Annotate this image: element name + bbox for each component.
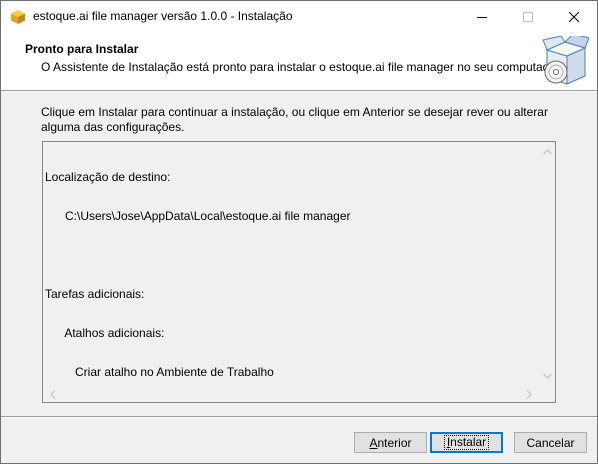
maximize-icon (523, 11, 533, 22)
minimize-button[interactable] (459, 1, 505, 32)
summary-line (45, 249, 535, 262)
close-icon (569, 11, 579, 22)
page-subtitle: O Assistente de Instalação está pronto p… (41, 60, 563, 74)
cancel-button[interactable]: Cancelar (514, 432, 587, 453)
scroll-right-icon[interactable] (521, 386, 537, 402)
back-accel-key: A (369, 435, 378, 450)
scroll-left-icon[interactable] (45, 386, 61, 402)
back-button[interactable]: Anterior (354, 432, 427, 453)
summary-line: Criar atalho no Ambiente de Trabalho (45, 365, 274, 379)
maximize-button (505, 1, 551, 32)
install-button[interactable]: Instalar (430, 432, 503, 453)
summary-line: Tarefas adicionais: (45, 287, 145, 301)
installer-box-cd-icon (542, 36, 589, 85)
summary-text: Localização de destino: C:\Users\Jose\Ap… (45, 145, 535, 405)
summary-line: C:\Users\Jose\AppData\Local\estoque.ai f… (45, 209, 351, 223)
summary-line: Localização de destino: (45, 170, 171, 184)
title-bar[interactable]: estoque.ai file manager versão 1.0.0 - I… (1, 1, 597, 32)
minimize-icon (477, 16, 487, 18)
horizontal-scrollbar[interactable] (43, 386, 539, 402)
back-button-label: Anterior (369, 436, 411, 450)
vertical-scrollbar[interactable] (539, 142, 555, 386)
footer-divider-highlight (1, 417, 597, 418)
install-label-rest: nstalar (450, 435, 487, 449)
header-divider-highlight (1, 91, 597, 92)
window-title: estoque.ai file manager versão 1.0.0 - I… (33, 9, 293, 23)
settings-summary-memo[interactable]: Localização de destino: C:\Users\Jose\Ap… (42, 141, 556, 403)
wizard-header: Pronto para Instalar O Assistente de Ins… (1, 32, 597, 90)
scroll-up-icon[interactable] (539, 144, 555, 160)
install-button-label: Instalar (443, 435, 490, 450)
back-label-rest: nterior (377, 435, 412, 450)
summary-line: Atalhos adicionais: (45, 326, 165, 340)
page-title: Pronto para Instalar (25, 42, 139, 56)
close-button[interactable] (551, 1, 597, 32)
installer-window: estoque.ai file manager versão 1.0.0 - I… (0, 0, 598, 464)
scroll-down-icon[interactable] (539, 368, 555, 384)
package-box-icon (11, 10, 25, 24)
instructions-text: Clique em Instalar para continuar a inst… (41, 105, 548, 134)
scrollbar-corner (539, 386, 555, 402)
